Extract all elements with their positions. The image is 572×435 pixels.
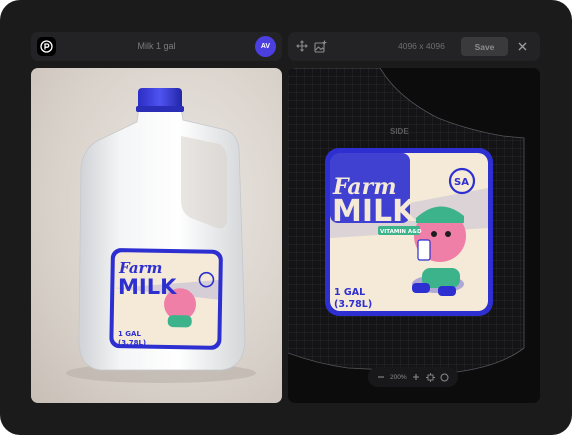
save-button[interactable]: Save — [461, 37, 508, 56]
circle-icon[interactable] — [440, 373, 449, 382]
label-volume-large: 1 GAL — [334, 287, 365, 298]
zoom-level: 200% — [390, 373, 407, 381]
side-label: SIDE — [390, 127, 409, 136]
app-window: Milk 1 gal AV 4096 x 4096 Save Farm MILK… — [0, 0, 572, 435]
close-icon[interactable] — [516, 40, 529, 53]
frame-icon[interactable] — [425, 372, 435, 382]
app-logo-icon[interactable] — [37, 37, 56, 56]
document-title: Milk 1 gal — [137, 41, 176, 51]
image-add-icon[interactable] — [313, 39, 327, 53]
move-icon[interactable] — [295, 39, 309, 53]
uv-editor-canvas[interactable]: SIDE SA Farm MILK VITAMIN A&D 1 GAL (3.7… — [288, 68, 540, 403]
plus-icon[interactable] — [412, 373, 421, 382]
user-avatar[interactable]: AV — [255, 36, 276, 57]
minus-icon[interactable] — [376, 373, 385, 382]
zoom-controls: 200% — [368, 367, 458, 387]
label-volume-metric-large: (3.78L) — [334, 299, 372, 310]
label-volume: 1 GAL — [118, 330, 141, 338]
label-volume-metric: (3.78L) — [118, 339, 146, 347]
label-brand-main: MILK — [118, 275, 177, 299]
preview-header: Milk 1 gal AV — [31, 32, 282, 61]
editor-toolbar: 4096 x 4096 Save — [288, 32, 540, 61]
canvas-dimensions: 4096 x 4096 — [398, 41, 445, 51]
label-badge: SA — [454, 177, 469, 188]
label-brand-main-large: MILK — [332, 194, 417, 229]
product-preview: Farm MILK 1 GAL (3.78L) — [31, 68, 282, 403]
label-tagline: VITAMIN A&D — [380, 229, 422, 235]
